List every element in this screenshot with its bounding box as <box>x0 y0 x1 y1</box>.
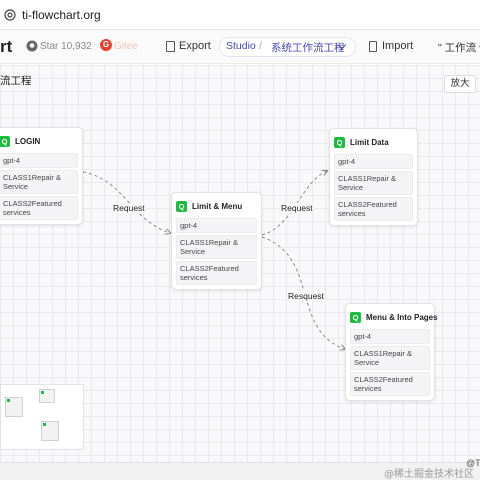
node-field[interactable]: gpt-4 <box>334 154 413 169</box>
github-star-count[interactable]: Star 10,932 <box>40 41 92 52</box>
minimap-node-marker <box>43 423 46 426</box>
node-field[interactable]: CLASS2Featured services <box>0 196 78 220</box>
export-button[interactable]: Export <box>179 40 211 52</box>
node-menu-into-pages[interactable]: Q Menu & Into Pages gpt-4 CLASS1Repair &… <box>345 303 438 401</box>
edge-label-3[interactable]: Resquest <box>287 291 325 301</box>
breadcrumb-separator: / <box>259 40 262 52</box>
node-title: Limit & Menu <box>192 201 243 211</box>
watermark-text: @稀土掘金技术社区 <box>384 469 474 480</box>
node-type-icon: Q <box>176 200 187 212</box>
edge-label-1[interactable]: Request <box>112 203 146 213</box>
node-login[interactable]: Q LOGIN gpt-4 CLASS1Repair & Service CLA… <box>0 127 83 225</box>
node-field[interactable]: CLASS1Repair & Service <box>350 346 430 370</box>
node-title: Limit Data <box>350 137 389 147</box>
node-type-icon: Q <box>0 135 10 147</box>
node-field[interactable]: CLASS2Featured services <box>176 261 257 285</box>
node-field[interactable]: gpt-4 <box>350 329 430 344</box>
github-icon[interactable] <box>26 40 38 52</box>
node-type-icon: Q <box>334 136 345 148</box>
project-name[interactable]: 系统工作流工程 <box>271 40 345 55</box>
status-text: @T <box>466 458 480 468</box>
minimap-node-marker <box>7 399 10 402</box>
node-field[interactable]: CLASS2Featured services <box>350 372 430 396</box>
node-field[interactable]: CLASS1Repair & Service <box>0 170 78 194</box>
node-type-icon: Q <box>350 311 361 323</box>
node-limit-data[interactable]: Q Limit Data gpt-4 CLASS1Repair & Servic… <box>329 128 418 226</box>
brand-logo-text: rt <box>0 37 13 56</box>
status-bar: @稀土掘金技术社区 <box>0 462 480 480</box>
node-field[interactable]: gpt-4 <box>0 153 78 168</box>
node-field[interactable]: CLASS1Repair & Service <box>334 171 413 195</box>
edge-label-2[interactable]: Request <box>280 203 314 213</box>
node-title: Menu & Into Pages <box>366 312 438 322</box>
app-toolbar: rt Star 10,932 G Gitee Export Studio / 系… <box>0 30 480 64</box>
node-field[interactable]: CLASS1Repair & Service <box>176 235 257 259</box>
node-field[interactable]: gpt-4 <box>176 218 257 233</box>
browser-address-bar[interactable]: ti-flowchart.org <box>0 0 480 30</box>
import-button[interactable]: Import <box>382 40 413 52</box>
gitee-link[interactable]: Gitee <box>114 41 138 52</box>
node-limit-menu[interactable]: Q Limit & Menu gpt-4 CLASS1Repair & Serv… <box>171 192 262 290</box>
import-icon[interactable] <box>369 41 377 52</box>
studio-link[interactable]: Studio <box>226 40 256 52</box>
flow-canvas[interactable]: 流工程 放大 Request Request Resquest Q LOGIN … <box>0 65 480 462</box>
minimap-node-marker <box>41 391 44 394</box>
node-field[interactable]: CLASS2Featured services <box>334 197 413 221</box>
node-title: LOGIN <box>15 136 41 146</box>
minimap[interactable] <box>0 384 84 450</box>
url-text[interactable]: ti-flowchart.org <box>22 8 101 22</box>
globe-icon <box>4 9 16 21</box>
workflow-menu[interactable]: " 工作流 使 <box>438 40 480 55</box>
gitee-icon[interactable]: G <box>100 39 112 51</box>
export-icon[interactable] <box>166 41 175 52</box>
